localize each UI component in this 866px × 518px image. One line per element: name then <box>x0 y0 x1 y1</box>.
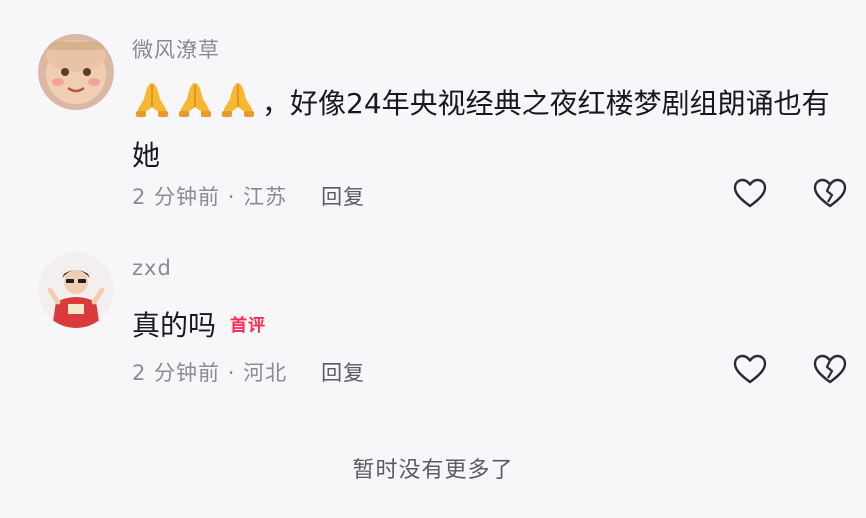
comment-text: 真的吗 首评 <box>132 300 847 352</box>
pray-emoji-icon <box>136 83 168 117</box>
avatar[interactable] <box>38 252 114 328</box>
comment-text: ，好像24年央视经典之夜红楼梦剧组朗诵也有她 <box>132 78 847 182</box>
pray-emoji-icon <box>222 83 254 117</box>
comment-time: 2 分钟前 <box>132 185 221 209</box>
avatar[interactable] <box>38 34 114 110</box>
heart-icon[interactable] <box>733 354 767 384</box>
heart-icon[interactable] <box>733 178 767 208</box>
reply-button[interactable]: 回复 <box>321 361 365 385</box>
comment-location: 河北 <box>243 361 288 385</box>
pray-emoji-group <box>132 79 258 119</box>
meta-separator: · <box>220 185 244 209</box>
first-comment-badge: 首评 <box>230 316 267 336</box>
pray-emoji-icon <box>179 83 211 117</box>
broken-heart-icon[interactable] <box>813 178 847 208</box>
username[interactable]: zxd <box>132 256 172 280</box>
username[interactable]: 微风潦草 <box>132 34 220 64</box>
comment-location: 江苏 <box>243 185 288 209</box>
comment-meta: 2 分钟前 · 河北 回复 <box>132 357 365 387</box>
meta-separator: · <box>220 361 244 385</box>
comment-body: 真的吗 <box>132 309 217 342</box>
no-more-footer: 暂时没有更多了 <box>352 458 514 483</box>
comment-meta: 2 分钟前 · 江苏 回复 <box>132 181 365 211</box>
broken-heart-icon[interactable] <box>813 354 847 384</box>
reply-button[interactable]: 回复 <box>321 185 365 209</box>
comment-time: 2 分钟前 <box>132 361 221 385</box>
